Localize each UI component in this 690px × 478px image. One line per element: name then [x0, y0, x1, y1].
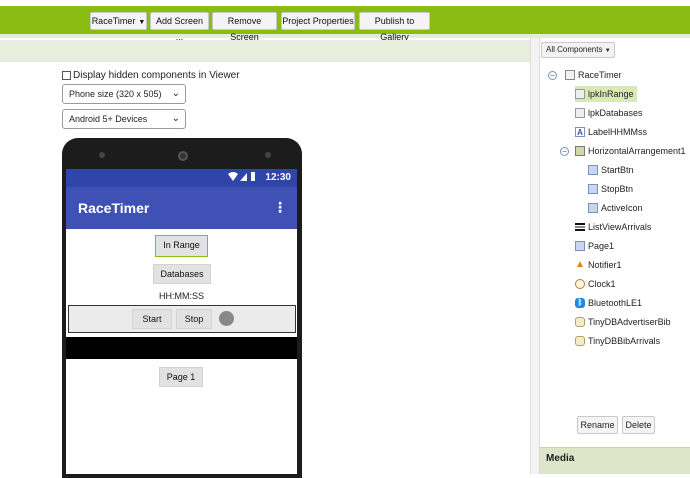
status-icons	[227, 171, 257, 186]
tree-item-activeicon[interactable]: ActiveIcon	[588, 200, 643, 216]
button-icon	[588, 203, 598, 213]
project-properties-button[interactable]: Project Properties	[281, 12, 355, 30]
collapse-toggle-icon[interactable]: −	[560, 147, 569, 156]
tree-item-stopbtn[interactable]: StopBtn	[588, 181, 633, 197]
hidden-components-label: Display hidden components in Viewer	[73, 70, 240, 81]
device-theme-select[interactable]: Android 5+ Devices ⌄	[62, 109, 186, 129]
tree-item-page1[interactable]: Page1	[575, 238, 614, 254]
start-button[interactable]: Start	[132, 309, 172, 329]
button-icon	[588, 184, 598, 194]
tree-item-listviewarrivals[interactable]: ListViewArrivals	[575, 219, 651, 235]
hhmmss-label: HH:MM:SS	[159, 291, 204, 301]
notifier-icon: ▲	[575, 259, 585, 270]
listview-icon	[575, 223, 585, 231]
label-icon: A	[575, 127, 585, 137]
stop-button[interactable]: Stop	[176, 309, 212, 329]
remove-screen-button[interactable]: Remove Screen	[212, 12, 277, 42]
media-title: Media	[546, 453, 575, 464]
tree-item-racetimer[interactable]: RaceTimer	[565, 67, 622, 83]
top-toolbar: RaceTimer ▼ Add Screen ... Remove Screen …	[0, 0, 690, 42]
tree-item-label: lpkInRange	[588, 89, 634, 99]
tinydb-icon	[575, 317, 585, 327]
listpicker-icon	[575, 108, 585, 118]
page1-button[interactable]: Page 1	[159, 367, 203, 387]
tree-item-bluetoothle1[interactable]: ᛒ BluetoothLE1	[575, 295, 642, 311]
project-dropdown-label: RaceTimer	[91, 16, 136, 26]
tree-item-label: Clock1	[588, 279, 616, 289]
tree-item-label: StopBtn	[601, 184, 634, 194]
databases-button[interactable]: Databases	[153, 264, 211, 284]
checkbox-box[interactable]	[62, 71, 71, 80]
chevron-down-icon: ⌄	[171, 113, 180, 124]
app-title: RaceTimer	[78, 200, 150, 216]
caret-down-icon: ▼	[138, 19, 146, 26]
tree-item-tinydbbibarrivals[interactable]: TinyDBBibArrivals	[575, 333, 660, 349]
tree-item-label: RaceTimer	[578, 70, 622, 80]
tree-item-label: TinyDBBibArrivals	[588, 336, 661, 346]
tree-item-label: lpkDatabases	[588, 108, 643, 118]
chevron-down-icon: ⌄	[171, 88, 180, 99]
listview-arrivals[interactable]	[66, 337, 297, 359]
phone-size-select[interactable]: Phone size (320 x 505) ⌄	[62, 84, 186, 104]
all-components-dropdown[interactable]: All Components ▼	[541, 42, 615, 58]
viewer-subbar	[0, 40, 530, 62]
tree-item-label: ListViewArrivals	[588, 222, 652, 232]
tree-item-horizontalarrangement1[interactable]: HorizontalArrangement1	[575, 143, 686, 159]
tree-item-label: HorizontalArrangement1	[588, 146, 686, 156]
active-indicator-icon[interactable]	[219, 311, 234, 326]
listpicker-icon	[575, 89, 585, 99]
hidden-components-checkbox[interactable]: Display hidden components in Viewer	[62, 70, 240, 81]
tree-item-label: Notifier1	[588, 260, 622, 270]
horizontal-arrangement: Start Stop	[68, 305, 296, 333]
screen-icon	[565, 70, 575, 80]
tree-item-clock1[interactable]: Clock1	[575, 276, 616, 292]
tree-item-startbtn[interactable]: StartBtn	[588, 162, 634, 178]
signal-icon	[228, 172, 255, 181]
button-icon	[588, 165, 598, 175]
collapse-toggle-icon[interactable]: −	[548, 71, 557, 80]
device-theme-value: Android 5+ Devices	[69, 114, 148, 124]
tree-item-label: Page1	[588, 241, 615, 251]
clock-icon	[575, 279, 585, 289]
phone-sensor-dot	[99, 152, 105, 158]
overflow-menu-icon[interactable]: ⋮	[273, 199, 287, 216]
publish-to-gallery-button[interactable]: Publish to Gallery	[359, 12, 430, 42]
delete-button[interactable]: Delete	[622, 416, 655, 434]
phone-size-value: Phone size (320 x 505)	[69, 89, 162, 99]
tree-item-label: ActiveIcon	[601, 203, 643, 213]
add-screen-button[interactable]: Add Screen ...	[150, 12, 209, 42]
tree-item-lpkdatabases[interactable]: lpkDatabases	[575, 105, 643, 121]
tree-item-label: TinyDBAdvertiserBib	[588, 317, 671, 327]
all-components-label: All Components	[546, 45, 603, 54]
tree-item-label: BluetoothLE1	[588, 298, 643, 308]
caret-down-icon: ▼	[604, 48, 611, 54]
rename-button[interactable]: Rename	[577, 416, 618, 434]
tree-item-tinydbadvertiserbib[interactable]: TinyDBAdvertiserBib	[575, 314, 671, 330]
tree-item-label: LabelHHMMss	[588, 127, 648, 137]
panel-divider[interactable]	[530, 38, 540, 474]
project-dropdown-button[interactable]: RaceTimer ▼	[90, 12, 147, 30]
media-panel-header: Media	[540, 447, 690, 474]
app-bar: RaceTimer ⋮	[66, 187, 297, 229]
tree-item-label: StartBtn	[601, 165, 634, 175]
bluetooth-icon: ᛒ	[575, 298, 585, 308]
tree-item-labelhhmmss[interactable]: A LabelHHMMss	[575, 124, 647, 140]
tree-item-notifier1[interactable]: ▲ Notifier1	[575, 257, 622, 273]
status-time: 12:30	[265, 172, 291, 183]
phone-sensor-dot	[265, 152, 271, 158]
status-bar: 12:30	[66, 169, 297, 187]
button-icon	[575, 241, 585, 251]
tree-item-lpkinrange[interactable]: lpkInRange	[575, 86, 637, 102]
arrangement-icon	[575, 146, 585, 156]
in-range-button[interactable]: In Range	[155, 235, 208, 257]
phone-screen: 12:30 RaceTimer ⋮ In Range Databases HH:…	[66, 169, 297, 474]
phone-camera	[178, 151, 188, 161]
tinydb-icon	[575, 336, 585, 346]
